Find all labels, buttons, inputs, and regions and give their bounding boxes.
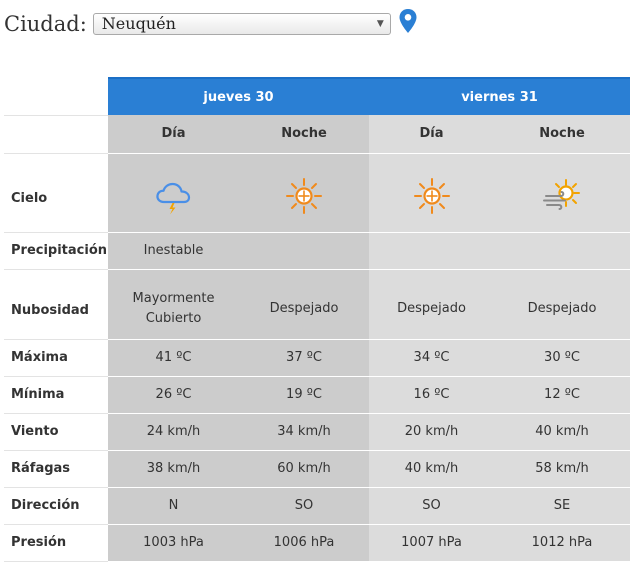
- chevron-down-icon: ▼: [376, 19, 384, 29]
- table-cell: N: [108, 487, 239, 525]
- table-cell: 1012 hPa: [494, 524, 630, 562]
- table-cell: 1006 hPa: [239, 524, 369, 562]
- table-row: Presión 1003 hPa 1006 hPa 1007 hPa 1012 …: [4, 524, 630, 562]
- table-cell: 1007 hPa: [369, 524, 494, 562]
- table-cell: 37 ºC: [239, 339, 369, 377]
- sky-cell: [108, 153, 239, 233]
- day-header: jueves 30: [108, 77, 369, 115]
- table-cell: SO: [239, 487, 369, 525]
- table-row: Ráfagas 38 km/h 60 km/h 40 km/h 58 km/h: [4, 450, 630, 488]
- table-cell: 58 km/h: [494, 450, 630, 488]
- table-cell: 38 km/h: [108, 450, 239, 488]
- cell-text: Despejado: [527, 300, 597, 316]
- period-header: Día: [108, 115, 239, 154]
- table-cell: 24 km/h: [108, 413, 239, 451]
- table-cell: 41 ºC: [108, 339, 239, 377]
- row-label: Ráfagas: [4, 450, 108, 488]
- table-cell: Despejado: [494, 269, 630, 340]
- table-row: Viento 24 km/h 34 km/h 20 km/h 40 km/h: [4, 413, 630, 451]
- header-spacer: [4, 78, 108, 115]
- table-cell: 40 km/h: [369, 450, 494, 488]
- table-row: Máxima 41 ºC 37 ºC 34 ºC 30 ºC: [4, 339, 630, 377]
- table-cell: 40 km/h: [494, 413, 630, 451]
- table-row: Precipitación Inestable: [4, 232, 630, 270]
- sun-icon: [413, 177, 450, 214]
- cell-text: Despejado: [397, 300, 466, 316]
- table-cell: 34 km/h: [239, 413, 369, 451]
- table-cell: 1003 hPa: [108, 524, 239, 562]
- table-cell: [369, 232, 494, 270]
- row-label: Precipitación: [4, 232, 108, 270]
- city-select-value: Neuquén: [101, 14, 176, 33]
- period-header-spacer: [4, 114, 108, 154]
- period-header: Día: [369, 115, 494, 154]
- table-cell: 20 km/h: [369, 413, 494, 451]
- day-header: viernes 31: [369, 77, 630, 115]
- row-label: Cielo: [4, 153, 108, 233]
- row-label: Presión: [4, 524, 108, 562]
- table-cell: 19 ºC: [239, 376, 369, 414]
- table-cell: [494, 232, 630, 270]
- sky-cell: [239, 153, 369, 233]
- table-cell: 34 ºC: [369, 339, 494, 377]
- table-cell: 30 ºC: [494, 339, 630, 377]
- table-cell: 26 ºC: [108, 376, 239, 414]
- table-cell: Inestable: [108, 232, 239, 270]
- table-cell: 16 ºC: [369, 376, 494, 414]
- cell-text: Mayormente Cubierto: [132, 290, 215, 326]
- table-cell: Despejado: [239, 269, 369, 340]
- map-pin-icon[interactable]: [398, 8, 418, 34]
- period-header-row: Día Noche Día Noche: [4, 114, 630, 154]
- table-row: Mínima 26 ºC 19 ºC 16 ºC 12 ºC: [4, 376, 630, 414]
- period-header: Noche: [494, 115, 630, 154]
- cloud-storm-icon: [155, 182, 190, 214]
- table-row: Nubosidad Mayormente Cubierto Despejado …: [4, 269, 630, 340]
- row-label: Viento: [4, 413, 108, 451]
- sky-cell: [369, 153, 494, 233]
- table-cell: SO: [369, 487, 494, 525]
- cell-text: Despejado: [269, 300, 339, 316]
- table-cell: 60 km/h: [239, 450, 369, 488]
- sun-wind-icon: [543, 178, 580, 210]
- sun-icon: [286, 177, 322, 214]
- table-row: Cielo: [4, 153, 630, 233]
- forecast-table: jueves 30 viernes 31 Día Noche Día Noche…: [4, 77, 630, 562]
- table-cell: Mayormente Cubierto: [108, 269, 239, 340]
- table-cell: 12 ºC: [494, 376, 630, 414]
- table-cell: SE: [494, 487, 630, 525]
- period-header: Noche: [239, 115, 369, 154]
- city-label: Ciudad:: [4, 12, 87, 36]
- row-label: Nubosidad: [4, 269, 108, 340]
- sky-cell: [494, 153, 630, 233]
- row-label: Máxima: [4, 339, 108, 377]
- row-label: Mínima: [4, 376, 108, 414]
- table-cell: Despejado: [369, 269, 494, 340]
- city-selector-bar: Ciudad: Neuquén ▼: [4, 8, 391, 40]
- city-select[interactable]: Neuquén ▼: [92, 13, 391, 35]
- table-row: Dirección N SO SO SE: [4, 487, 630, 525]
- row-label: Dirección: [4, 487, 108, 525]
- day-header-row: jueves 30 viernes 31: [4, 77, 630, 115]
- table-cell: [239, 232, 369, 270]
